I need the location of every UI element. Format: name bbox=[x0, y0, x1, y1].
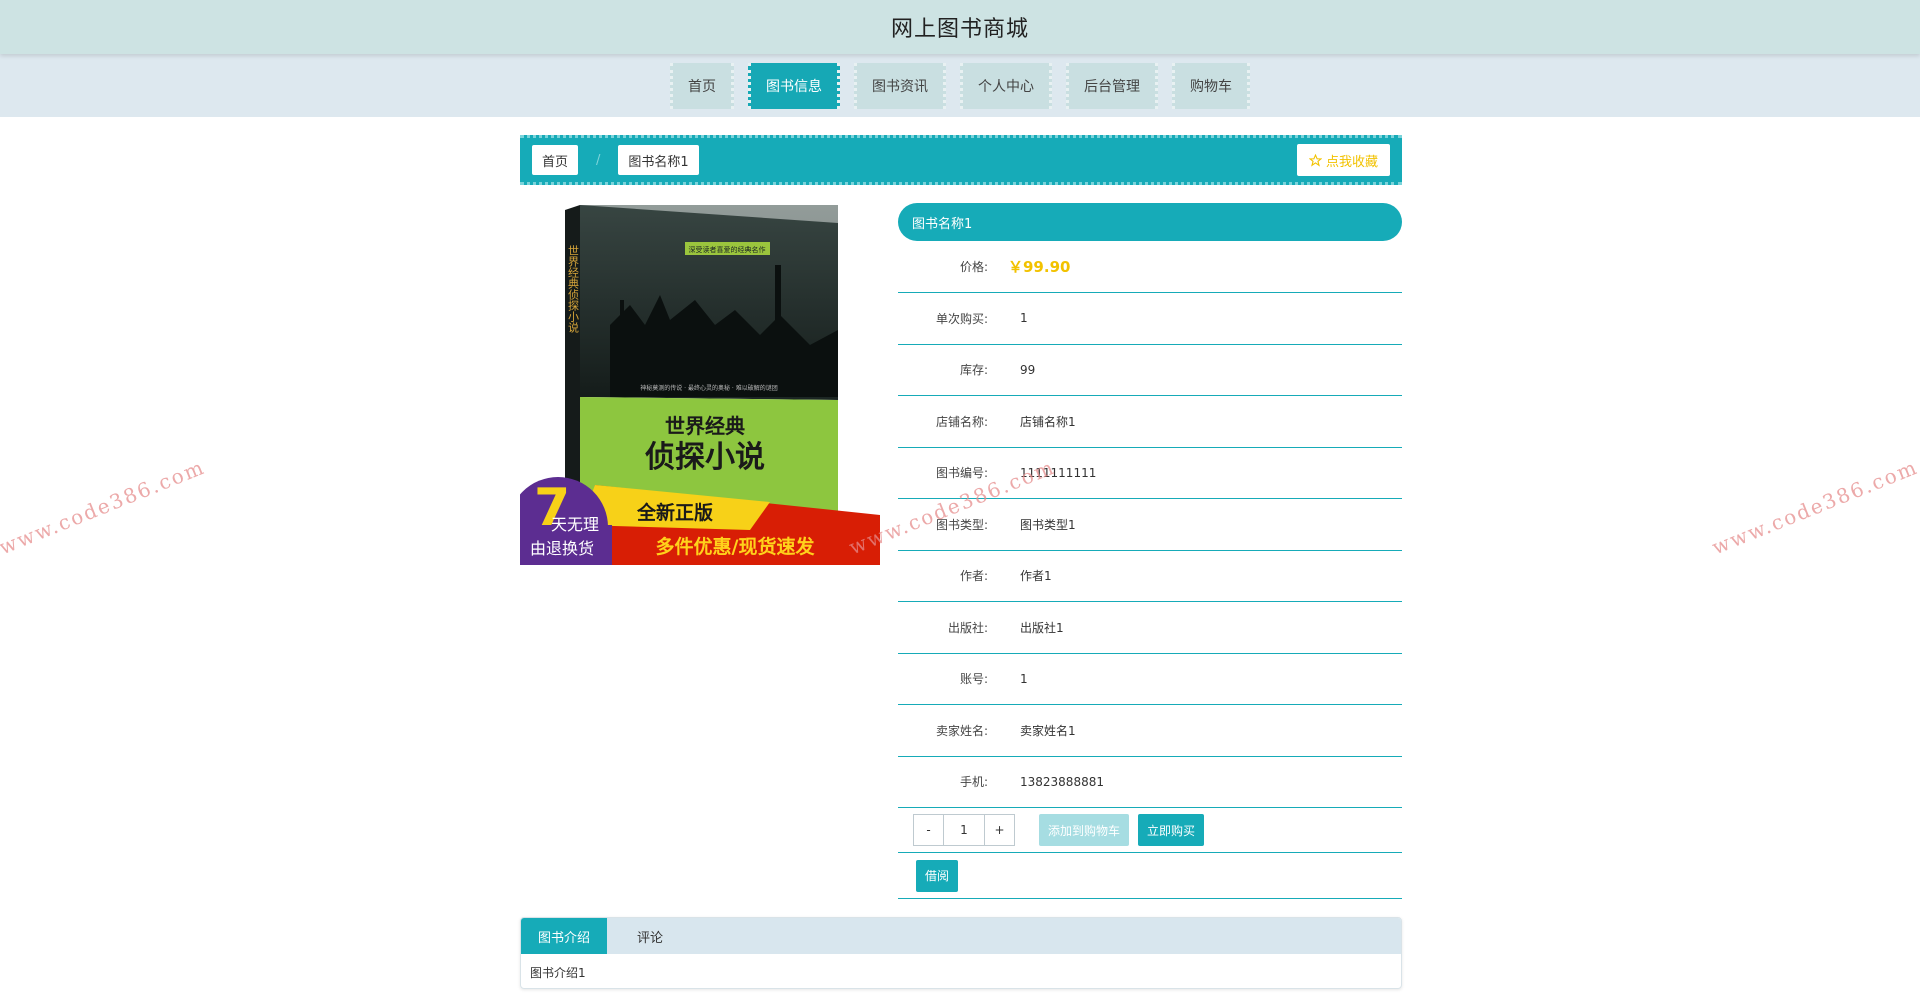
site-header: 网上图书商城 bbox=[0, 0, 1920, 54]
detail-value: 卖家姓名1 bbox=[1020, 723, 1076, 738]
site-title: 网上图书商城 bbox=[890, 17, 1029, 42]
star-icon bbox=[1308, 153, 1322, 167]
detail-row: 手机: 13823888881 bbox=[898, 757, 1402, 808]
detail-row: 卖家姓名: 卖家姓名1 bbox=[898, 705, 1402, 757]
svg-text:天无理: 天无理 bbox=[551, 515, 599, 534]
svg-text:由退换货: 由退换货 bbox=[530, 539, 594, 558]
detail-label: 作者: bbox=[959, 569, 988, 584]
detail-value: 13823888881 bbox=[1020, 774, 1104, 789]
add-to-cart-button[interactable]: 添加到购物车 bbox=[1039, 814, 1130, 846]
detail-row: 账号: 1 bbox=[898, 654, 1402, 705]
detail-label: 库存: bbox=[959, 363, 988, 378]
tab-comments[interactable]: 评论 bbox=[607, 918, 693, 954]
quantity-input[interactable]: 1 bbox=[943, 815, 985, 845]
detail-row: 店铺名称: 店铺名称1 bbox=[898, 396, 1402, 448]
book-detail-panel: 图书名称1 价格: ￥99.90 单次购买: 1 库存: 99 店铺名称: 店铺… bbox=[898, 203, 1402, 899]
book-title: 图书名称1 bbox=[898, 203, 1402, 241]
quantity-stepper: - 1 + bbox=[913, 814, 1015, 846]
breadcrumb-separator: / bbox=[596, 152, 601, 168]
breadcrumb-home[interactable]: 首页 bbox=[532, 145, 579, 175]
tab-book-intro[interactable]: 图书介绍 bbox=[521, 918, 607, 954]
detail-value: 1 bbox=[1020, 671, 1028, 686]
detail-label: 出版社: bbox=[947, 620, 988, 635]
quantity-increase-button[interactable]: + bbox=[985, 815, 1014, 845]
detail-label: 卖家姓名: bbox=[935, 723, 988, 738]
breadcrumb-current: 图书名称1 bbox=[618, 145, 699, 175]
nav-item-book-news[interactable]: 图书资讯 bbox=[854, 62, 946, 109]
detail-value: 1 bbox=[1020, 311, 1028, 326]
nav-item-personal-center[interactable]: 个人中心 bbox=[960, 62, 1052, 109]
detail-value: 店铺名称1 bbox=[1020, 414, 1076, 429]
svg-text:神秘莫测的传说 · 最终心灵的奥秘 · 难以破解的谜团: 神秘莫测的传说 · 最终心灵的奥秘 · 难以破解的谜团 bbox=[640, 384, 777, 392]
nav-item-cart[interactable]: 购物车 bbox=[1172, 62, 1250, 109]
main-nav: 首页 图书信息 图书资讯 个人中心 后台管理 购物车 bbox=[0, 54, 1920, 117]
purchase-actions: - 1 + 添加到购物车 立即购买 bbox=[898, 808, 1402, 853]
detail-row: 作者: 作者1 bbox=[898, 551, 1402, 602]
detail-label: 单次购买: bbox=[935, 311, 988, 326]
svg-text:世界经典: 世界经典 bbox=[665, 414, 745, 438]
svg-text:全新正版: 全新正版 bbox=[636, 501, 713, 524]
nav-item-home[interactable]: 首页 bbox=[670, 62, 734, 109]
nav-item-book-info[interactable]: 图书信息 bbox=[748, 62, 840, 109]
svg-text:世界经典侦探小说: 世界经典侦探小说 bbox=[567, 245, 580, 333]
price-row: 价格: ￥99.90 bbox=[898, 241, 1402, 293]
detail-value: 出版社1 bbox=[1020, 620, 1064, 635]
watermark: www.code386.com bbox=[1708, 454, 1920, 560]
tab-header: 图书介绍 评论 bbox=[521, 918, 1401, 954]
detail-row: 单次购买: 1 bbox=[898, 293, 1402, 345]
detail-value: 作者1 bbox=[1020, 569, 1052, 584]
detail-label: 店铺名称: bbox=[935, 414, 988, 429]
detail-label: 账号: bbox=[959, 672, 988, 687]
favorite-label: 点我收藏 bbox=[1325, 154, 1378, 170]
detail-row: 出版社: 出版社1 bbox=[898, 602, 1402, 654]
detail-value: 图书类型1 bbox=[1020, 517, 1076, 532]
price-label: 价格: bbox=[959, 260, 988, 274]
svg-text:侦探小说: 侦探小说 bbox=[645, 440, 765, 475]
detail-label: 手机: bbox=[959, 775, 988, 790]
borrow-button[interactable]: 借阅 bbox=[916, 859, 959, 892]
borrow-actions: 借阅 bbox=[898, 853, 1402, 899]
breadcrumb: 首页 / 图书名称1 点我收藏 bbox=[520, 135, 1402, 185]
detail-value: 99 bbox=[1020, 362, 1036, 377]
detail-row: 库存: 99 bbox=[898, 345, 1402, 396]
svg-text:多件优惠/现货速发: 多件优惠/现货速发 bbox=[656, 535, 816, 558]
tab-content: 图书介绍1 bbox=[530, 966, 586, 980]
quantity-decrease-button[interactable]: - bbox=[914, 815, 943, 845]
book-cover-image: 深受读者喜爱的经典名作 世界经典侦探小说 神秘莫测的传说 · 最终心灵的奥秘 ·… bbox=[508, 205, 880, 577]
favorite-button[interactable]: 点我收藏 bbox=[1296, 144, 1390, 176]
nav-item-admin[interactable]: 后台管理 bbox=[1066, 62, 1158, 109]
svg-text:深受读者喜爱的经典名作: 深受读者喜爱的经典名作 bbox=[689, 245, 766, 254]
book-tabs: 图书介绍 评论 图书介绍1 bbox=[520, 917, 1402, 989]
buy-now-button[interactable]: 立即购买 bbox=[1138, 814, 1205, 846]
price-value: ￥99.90 bbox=[1008, 258, 1071, 276]
detail-label: 图书编号: bbox=[935, 466, 988, 481]
watermark: www.code386.com bbox=[0, 454, 209, 560]
